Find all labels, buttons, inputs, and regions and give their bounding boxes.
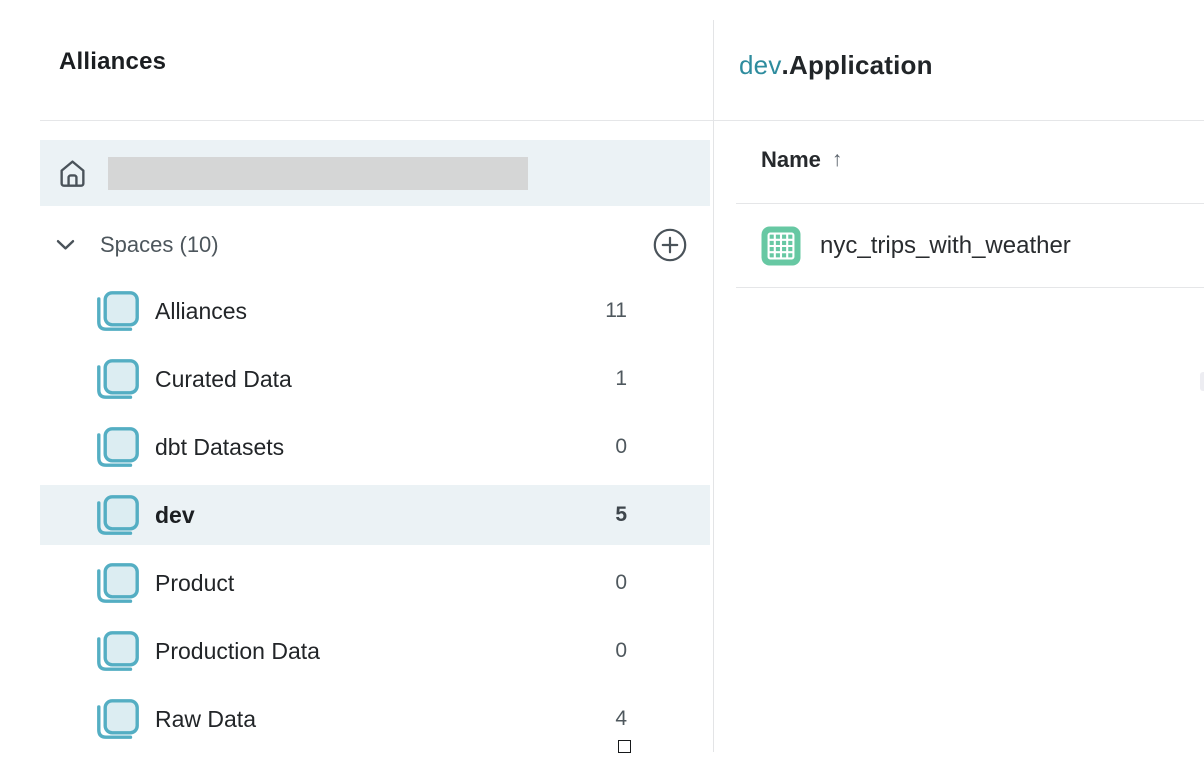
name-column-label: Name (761, 147, 821, 173)
spaces-section-header[interactable]: Spaces (10) (40, 225, 710, 265)
space-row[interactable]: Product 0 (40, 549, 710, 617)
space-icon (97, 631, 139, 671)
space-row[interactable]: Curated Data 1 (40, 345, 710, 413)
breadcrumb: dev.Application (739, 50, 933, 81)
space-dataset-count: 0 (585, 639, 627, 663)
space-row[interactable]: dev 5 (40, 481, 710, 549)
redacted-text-bar (108, 157, 528, 190)
space-dataset-count: 1 (585, 367, 627, 391)
add-space-button[interactable] (653, 228, 687, 262)
name-column-header[interactable]: Name ↑ (761, 147, 842, 173)
space-dataset-count: 0 (585, 571, 627, 595)
spaces-list: Alliances 11 Curated Data 1 dbt Datasets… (40, 277, 710, 753)
home-breadcrumb-row[interactable] (40, 140, 710, 206)
space-icon (97, 563, 139, 603)
dataset-row[interactable]: nyc_trips_with_weather (736, 204, 1204, 287)
space-name: dbt Datasets (155, 434, 284, 461)
home-icon (57, 158, 88, 189)
space-icon (97, 359, 139, 399)
space-icon (97, 495, 139, 535)
panel-divider (713, 20, 714, 752)
breadcrumb-space-link[interactable]: dev (739, 50, 782, 80)
catalog-app: Alliances Spaces (10) Alliances 11 (0, 0, 1204, 770)
sort-ascending-icon: ↑ (832, 148, 843, 172)
space-dataset-count: 11 (585, 299, 627, 323)
space-row[interactable]: dbt Datasets 0 (40, 413, 710, 481)
right-edge-artifact (1200, 372, 1204, 391)
space-name: Alliances (155, 298, 247, 325)
space-name: Product (155, 570, 234, 597)
table-dataset-icon (761, 226, 801, 266)
space-icon (97, 427, 139, 467)
space-name: Raw Data (155, 706, 256, 733)
space-icon (97, 699, 139, 739)
page-title: Alliances (59, 48, 166, 76)
space-name: Curated Data (155, 366, 292, 393)
stray-glyph-box (618, 740, 631, 753)
dataset-name[interactable]: nyc_trips_with_weather (820, 232, 1071, 260)
breadcrumb-entity: Application (789, 50, 933, 80)
space-icon (97, 291, 139, 331)
header-divider (40, 120, 1204, 121)
space-name: Production Data (155, 638, 320, 665)
space-dataset-count: 5 (585, 503, 627, 527)
space-dataset-count: 4 (585, 707, 627, 731)
space-row[interactable]: Raw Data 4 (40, 685, 710, 753)
space-name: dev (155, 502, 195, 529)
spaces-section-label: Spaces (10) (100, 232, 219, 258)
dataset-row-divider (736, 287, 1204, 288)
breadcrumb-separator: . (782, 50, 789, 80)
space-row[interactable]: Production Data 0 (40, 617, 710, 685)
space-row[interactable]: Alliances 11 (40, 277, 710, 345)
chevron-down-icon[interactable] (56, 239, 75, 251)
space-dataset-count: 0 (585, 435, 627, 459)
